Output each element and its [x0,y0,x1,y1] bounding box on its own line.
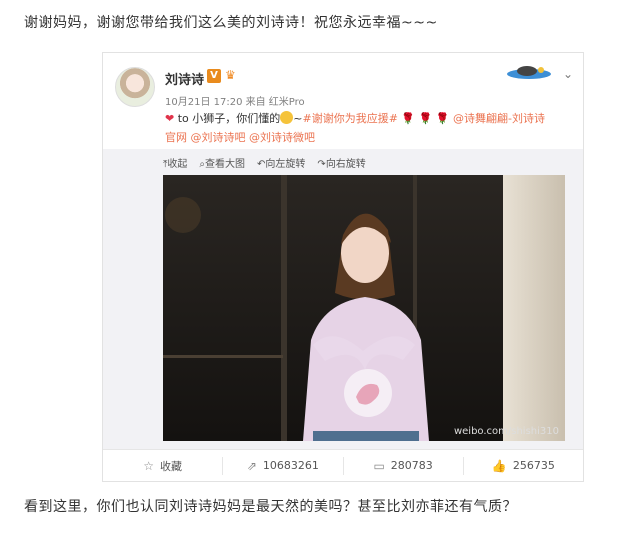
mention-link[interactable]: @刘诗诗微吧 [249,131,315,144]
rotate-left-button[interactable]: ↶向左旋转 [257,155,305,170]
rose-icon: 🌹 [435,112,450,125]
avatar[interactable] [115,67,155,107]
favorite-label: 收藏 [160,459,182,473]
favorite-button[interactable]: ☆ 收藏 [103,456,224,475]
verified-badge-icon: V [207,69,221,83]
photo-watermark: weibo.com/shishi310 [453,426,559,437]
star-icon: ☆ [143,458,154,473]
hashtag-link[interactable]: #谢谢你为我应援# [302,112,397,125]
rose-icon: 🌹 [401,112,416,125]
member-crown-icon: ♛ [225,68,236,82]
view-large-button[interactable]: ⌕查看大图 [199,155,245,170]
post-author[interactable]: 刘诗诗 [165,69,204,88]
outro-text: 看到这里，你们也认同刘诗诗妈妈是最天然的美吗？甚至比刘亦菲还有气质？ [24,499,517,515]
like-count: 256735 [512,459,555,472]
post-text: ❤ to 小狮子，你们懂的 ~#谢谢你为我应援# 🌹 🌹 🌹 @诗舞翩翩-刘诗诗 … [165,111,545,144]
intro-text: 谢谢妈妈，谢谢您带给我们这么美的刘诗诗！祝您永远幸福~~~ [24,15,438,31]
mention-link[interactable]: @刘诗诗吧 [191,131,246,144]
repost-count: 10683261 [262,459,319,472]
media-toolbar: ⤒收起 ⌕查看大图 ↶向左旋转 ↷向右旋转 [163,155,366,170]
grin-emoji-icon [280,111,294,124]
post-timeline: 10月21日 17:20 来自 红米Pro [165,97,305,108]
media-box: ⤒收起 ⌕查看大图 ↶向左旋转 ↷向右旋转 weibo.com/shishi31… [103,149,583,449]
post-photo[interactable]: weibo.com/shishi310 [163,175,565,441]
mention-link-cont[interactable]: 官网 [165,131,187,144]
heart-icon: ❤ [165,112,175,125]
action-bar: ☆ 收藏 ⇗ 10683261 ▭ 280783 👍 256735 [103,449,583,481]
comment-button[interactable]: ▭ 280783 [344,456,464,475]
like-button[interactable]: 👍 256735 [464,457,583,475]
rotate-right-icon: ↷ [317,159,326,170]
mention-link[interactable]: @诗舞翩翩-刘诗诗 [453,112,545,125]
post-text-prefix: to 小狮子，你们懂的 [177,112,281,125]
photo-illustration [163,175,565,441]
decoration-icon [507,66,551,79]
rose-icon: 🌹 [418,112,433,125]
comment-icon: ▭ [373,458,385,473]
chevron-down-icon[interactable]: ⌄ [563,67,573,81]
repost-button[interactable]: ⇗ 10683261 [223,456,344,475]
repost-icon: ⇗ [246,458,257,473]
rotate-right-button[interactable]: ↷向右旋转 [317,155,365,170]
comment-count: 280783 [390,459,433,472]
weibo-post-card: 刘诗诗 V ♛ 10月21日 17:20 来自 红米Pro ⌄ ❤ to 小狮子… [102,52,584,482]
thumbs-up-icon: 👍 [491,458,507,473]
collapse-button[interactable]: ⤒收起 [163,155,187,170]
